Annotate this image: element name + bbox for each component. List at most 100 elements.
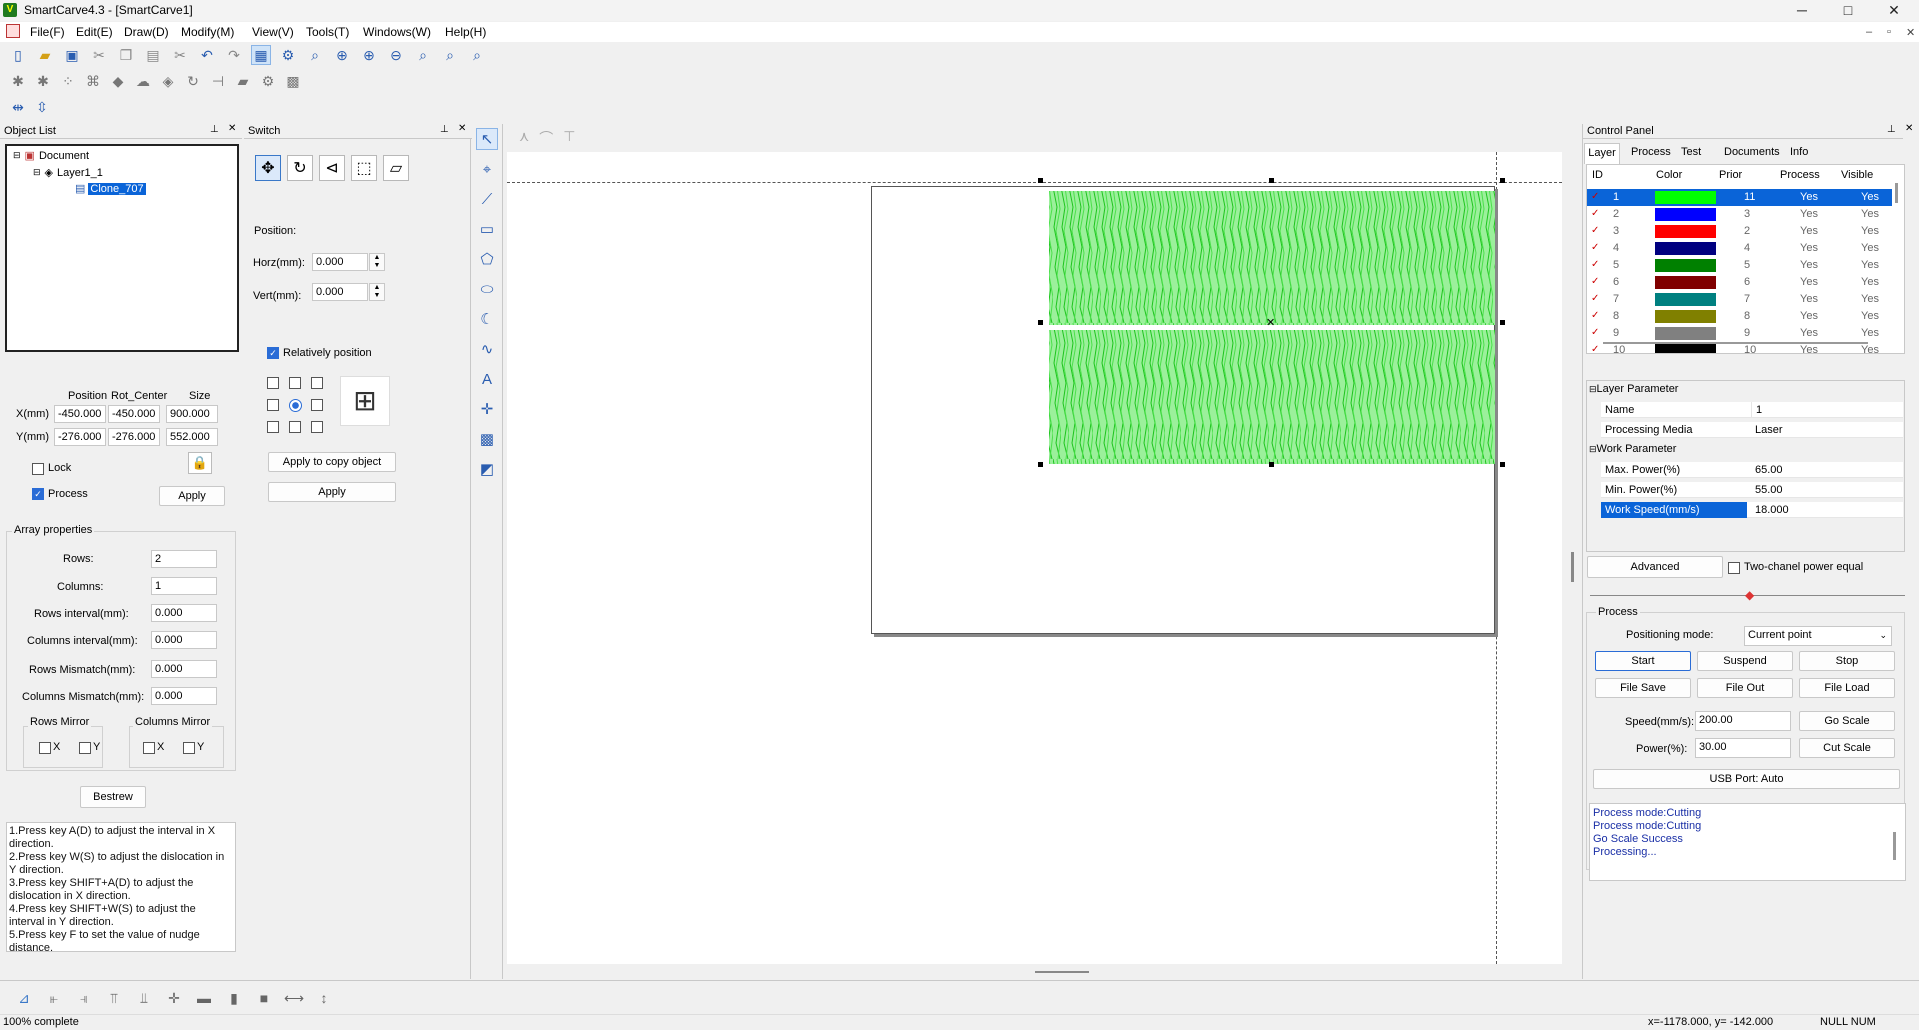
same-width-icon[interactable]: ▬ [194,988,214,1008]
cloud-icon[interactable]: ☁ [133,71,153,91]
tree-root[interactable]: ⊟ ▣ Document [13,149,89,163]
columns-mismatch-input[interactable]: 0.000 [151,687,217,705]
anchor-top[interactable] [289,377,301,389]
zoom-window-icon[interactable]: ⌕ [413,45,433,65]
menu-windows[interactable]: Windows(W) [363,25,431,39]
rows-mirror-x-checkbox[interactable] [39,742,51,754]
layer-color-swatch[interactable] [1655,276,1716,289]
layer-color-swatch[interactable] [1655,191,1716,204]
rotate-icon[interactable]: ↻ [287,155,313,181]
fill-icon[interactable]: ◆ [108,71,128,91]
copy-icon[interactable]: ❐ [116,45,136,65]
switch-pin-icon[interactable]: ⊥ [440,124,449,135]
param-row-max-power[interactable]: Max. Power(%) 65.00 [1601,462,1903,478]
shape-icon[interactable]: ◈ [158,71,178,91]
vertical-scrollbar[interactable] [1565,152,1582,964]
menu-view[interactable]: View(V) [252,25,294,39]
layer-color-swatch[interactable] [1655,242,1716,255]
two-channel-checkbox[interactable] [1728,562,1740,574]
zoom-icon[interactable]: ⌕ [305,45,325,65]
checkmark-icon[interactable]: ✓ [1591,257,1599,273]
geometry-apply-button[interactable]: Apply [159,486,225,506]
distribute-v-icon[interactable]: ⇳ [32,97,52,117]
power-slider-thumb[interactable]: ◆ [1745,588,1754,602]
tree-item[interactable]: ▤ Clone_707 [75,182,146,195]
align-bottom-icon[interactable]: ⫫ [134,988,154,1008]
anchor-bottom-left[interactable] [267,421,279,433]
mirror-icon[interactable]: ⊲ [319,155,345,181]
drawing-canvas[interactable]: ✕ [507,152,1562,964]
suspend-button[interactable]: Suspend [1697,651,1793,671]
zoom-in-icon[interactable]: ⊕ [332,45,352,65]
file-load-button[interactable]: File Load [1799,678,1895,698]
layer-color-swatch[interactable] [1655,259,1716,272]
columns-mirror-y-checkbox[interactable] [183,742,195,754]
zoom-in-2-icon[interactable]: ⊕ [359,45,379,65]
scale-icon[interactable]: ⬚ [351,155,377,181]
zoom-out-icon[interactable]: ⊖ [386,45,406,65]
menu-help[interactable]: Help(H) [445,25,486,39]
checkmark-icon[interactable]: ✓ [1591,291,1599,307]
align-icon[interactable]: ⊿ [14,988,34,1008]
spacing-v-icon[interactable]: ↕ [314,988,334,1008]
rotate-icon[interactable]: ↻ [183,71,203,91]
dots-icon[interactable]: ⁘ [58,71,78,91]
lock-checkbox[interactable] [32,463,44,475]
checkmark-icon[interactable]: ✓ [1591,274,1599,290]
skew-icon[interactable]: ▱ [383,155,409,181]
y-size-input[interactable]: 552.000 [166,428,218,446]
paste-icon[interactable]: ▤ [143,45,163,65]
anchor-top-left[interactable] [267,377,279,389]
selection-handle[interactable] [1269,462,1274,467]
y-rot-center-input[interactable]: -276.000 [108,428,160,446]
selection-handle[interactable] [1500,178,1505,183]
x-size-input[interactable]: 900.000 [166,405,218,423]
process-checkbox[interactable]: ✓ [32,488,44,500]
horizontal-scroll-thumb[interactable] [1035,971,1089,973]
ellipse-icon[interactable]: ⬭ [476,278,498,300]
layer-color-swatch[interactable] [1655,293,1716,306]
properties-icon[interactable]: ⚙ [278,45,298,65]
vert-spinner[interactable]: ▲ ▼ [369,283,385,301]
layer-row[interactable]: ✓ 4 4 Yes Yes [1587,240,1892,257]
selection-handle[interactable] [1500,462,1505,467]
param-row-name[interactable]: Name 1 [1601,402,1903,418]
selection-handle[interactable] [1038,320,1043,325]
layer-row[interactable]: ✓ 3 2 Yes Yes [1587,223,1892,240]
break-icon[interactable]: ✱ [33,71,53,91]
gear-icon[interactable]: ⚙ [258,71,278,91]
collapse-icon[interactable]: ⊟ [1589,384,1597,394]
layer-row[interactable]: ✓ 8 8 Yes Yes [1587,308,1892,325]
curve-icon[interactable]: ☾ [476,308,498,330]
select-arrow-icon[interactable]: ↖ [476,128,498,150]
layer-row[interactable]: ✓ 7 7 Yes Yes [1587,291,1892,308]
mdi-close-button[interactable]: ✕ [1906,26,1915,39]
close-button[interactable]: ✕ [1871,0,1917,21]
advanced-button[interactable]: Advanced [1587,556,1723,578]
tab-test[interactable]: Test [1681,146,1701,158]
align-center-icon[interactable]: ✛ [164,988,184,1008]
select-grid-icon[interactable]: ▦ [251,45,271,65]
polygon-icon[interactable]: ⬠ [476,248,498,270]
layer-row[interactable]: ✓ 2 3 Yes Yes [1587,206,1892,223]
vert-input[interactable]: 0.000 [312,283,368,301]
text-icon[interactable]: A [476,368,498,390]
vectorize-icon[interactable]: ◩ [476,458,498,480]
x-rot-center-input[interactable]: -450.000 [108,405,160,423]
arc-tool-1-icon[interactable]: ⋏ [519,128,529,148]
undo-icon[interactable]: ↶ [197,45,217,65]
y-position-input[interactable]: -276.000 [54,428,106,446]
bestrew-button[interactable]: Bestrew [80,786,146,808]
x-position-input[interactable]: -450.000 [54,405,106,423]
param-row-work-speed[interactable]: Work Speed(mm/s) 18.000 [1601,502,1903,518]
align-right-icon[interactable]: ⫣ [74,988,94,1008]
start-button[interactable]: Start [1595,651,1691,671]
move-icon[interactable]: ✥ [255,155,281,181]
log-scroll-thumb[interactable] [1893,832,1896,860]
cut-icon[interactable]: ✂ [89,45,109,65]
checkmark-icon[interactable]: ✓ [1591,206,1599,222]
node-edit-icon[interactable]: ⌖ [476,158,498,180]
menu-file[interactable]: File(F) [30,25,65,39]
layer-color-swatch[interactable] [1655,208,1716,221]
tab-documents[interactable]: Documents [1724,146,1780,158]
